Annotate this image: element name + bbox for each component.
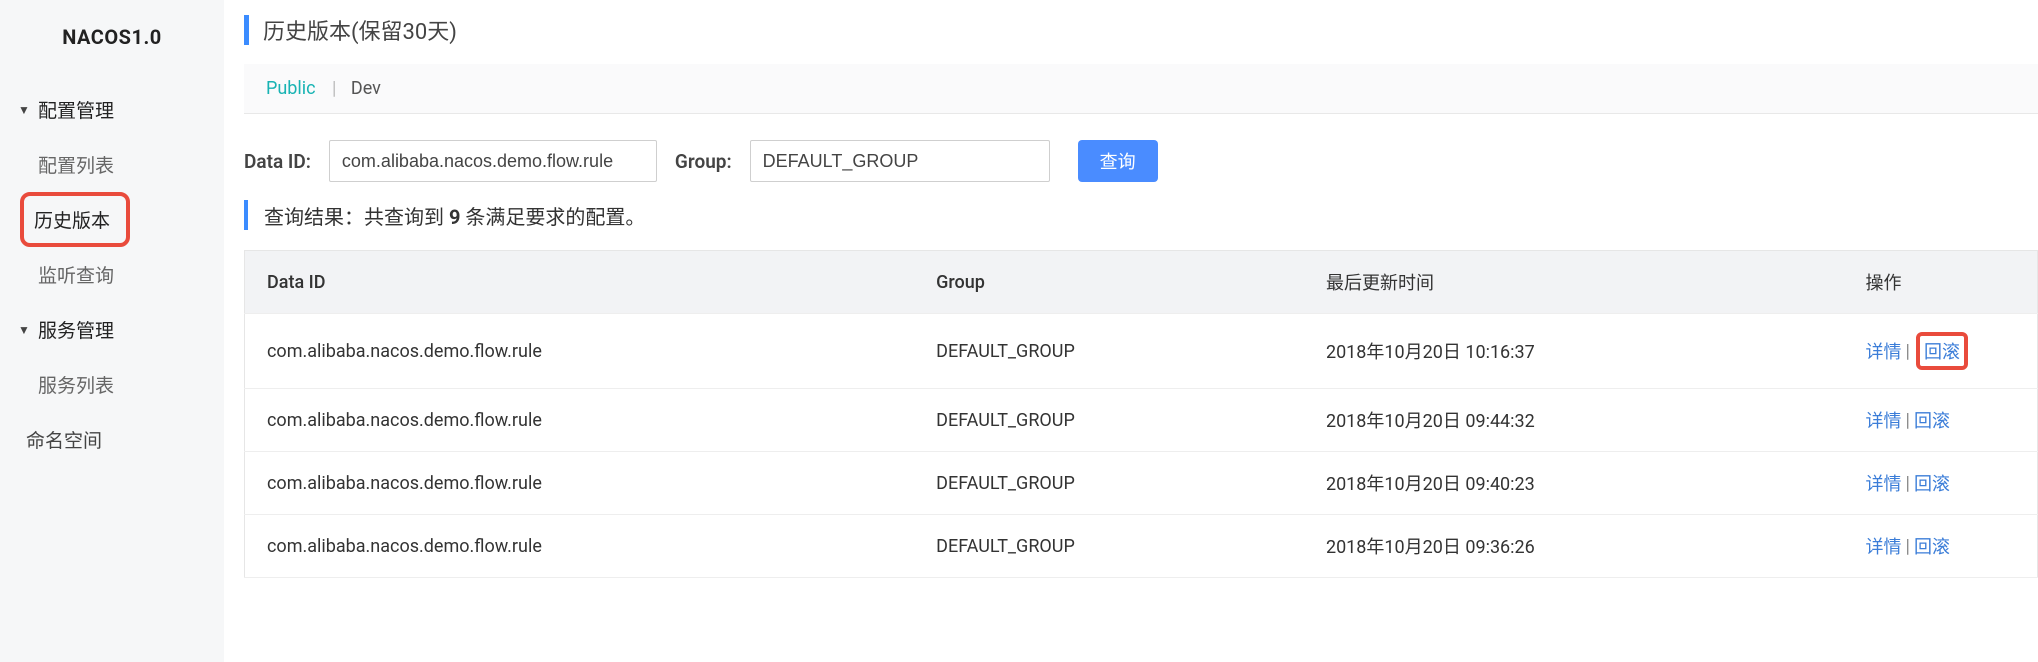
- ops-wrap: 详情|回滚: [1866, 470, 1950, 496]
- group-label: Group:: [675, 150, 732, 173]
- cell-dataid: com.alibaba.nacos.demo.flow.rule: [245, 515, 915, 578]
- ops-separator: |: [1906, 536, 1910, 557]
- th-time: 最后更新时间: [1304, 251, 1844, 314]
- cell-time: 2018年10月20日 10:16:37: [1304, 314, 1844, 389]
- rollback-link[interactable]: 回滚: [1924, 342, 1960, 363]
- dataid-input[interactable]: [329, 140, 657, 182]
- rollback-link[interactable]: 回滚: [1914, 470, 1950, 496]
- table-row: com.alibaba.nacos.demo.flow.ruleDEFAULT_…: [245, 452, 2038, 515]
- result-suffix: 条满足要求的配置。: [460, 205, 645, 229]
- dataid-label: Data ID:: [244, 150, 311, 173]
- nav-group-header-service[interactable]: ▼ 服务管理: [0, 302, 224, 357]
- tab-dev[interactable]: Dev: [351, 78, 381, 99]
- table-row: com.alibaba.nacos.demo.flow.ruleDEFAULT_…: [245, 314, 2038, 389]
- cell-dataid: com.alibaba.nacos.demo.flow.rule: [245, 314, 915, 389]
- sidebar-item-label: 历史版本: [34, 209, 110, 232]
- cell-time: 2018年10月20日 09:44:32: [1304, 389, 1844, 452]
- cell-group: DEFAULT_GROUP: [914, 314, 1304, 389]
- cell-group: DEFAULT_GROUP: [914, 452, 1304, 515]
- rollback-link[interactable]: 回滚: [1914, 407, 1950, 433]
- sidebar-item-service-list[interactable]: 服务列表: [0, 357, 224, 412]
- th-dataid: Data ID: [245, 251, 915, 314]
- group-input[interactable]: [750, 140, 1050, 182]
- ops-wrap: 详情|回滚: [1866, 407, 1950, 433]
- main-content: 历史版本(保留30天) Public | Dev Data ID: Group:…: [224, 0, 2038, 662]
- search-button[interactable]: 查询: [1078, 140, 1158, 182]
- sidebar-item-config-list[interactable]: 配置列表: [0, 137, 224, 192]
- tab-public[interactable]: Public: [266, 78, 316, 99]
- sidebar: NACOS1.0 ▼ 配置管理 配置列表 历史版本 监听查询 ▼: [0, 0, 224, 662]
- cell-group: DEFAULT_GROUP: [914, 389, 1304, 452]
- detail-link[interactable]: 详情: [1866, 407, 1902, 433]
- result-accent-bar: [244, 200, 248, 230]
- cell-dataid: com.alibaba.nacos.demo.flow.rule: [245, 389, 915, 452]
- table-row: com.alibaba.nacos.demo.flow.ruleDEFAULT_…: [245, 515, 2038, 578]
- title-accent-bar: [244, 15, 249, 45]
- cell-time: 2018年10月20日 09:36:26: [1304, 515, 1844, 578]
- ops-wrap: 详情|回滚: [1866, 533, 1950, 559]
- sidebar-item-listener-query[interactable]: 监听查询: [0, 247, 224, 302]
- result-summary: 查询结果：共查询到 9 条满足要求的配置。: [244, 200, 2038, 230]
- cell-group: DEFAULT_GROUP: [914, 515, 1304, 578]
- highlight-box: 回滚: [1916, 332, 1968, 370]
- result-count: 9: [449, 205, 460, 229]
- detail-link[interactable]: 详情: [1866, 338, 1902, 364]
- nav-group-service: ▼ 服务管理 服务列表: [0, 302, 224, 412]
- table-row: com.alibaba.nacos.demo.flow.ruleDEFAULT_…: [245, 389, 2038, 452]
- tab-separator: |: [332, 78, 336, 99]
- result-text: 查询结果：共查询到 9 条满足要求的配置。: [264, 201, 645, 230]
- page-title-row: 历史版本(保留30天): [244, 14, 2038, 46]
- cell-ops: 详情| 回滚: [1844, 314, 2038, 389]
- th-group: Group: [914, 251, 1304, 314]
- namespace-tabs: Public | Dev: [244, 64, 2038, 114]
- caret-down-icon: ▼: [18, 103, 32, 117]
- sidebar-item-history[interactable]: 历史版本: [0, 192, 224, 247]
- sidebar-item-namespace[interactable]: 命名空间: [0, 412, 224, 467]
- ops-separator: |: [1906, 341, 1910, 362]
- detail-link[interactable]: 详情: [1866, 470, 1902, 496]
- table-header-row: Data ID Group 最后更新时间 操作: [245, 251, 2038, 314]
- highlight-box: 历史版本: [20, 192, 130, 247]
- history-table: Data ID Group 最后更新时间 操作 com.alibaba.naco…: [244, 250, 2038, 578]
- filter-bar: Data ID: Group: 查询: [244, 140, 2038, 182]
- cell-ops: 详情|回滚: [1844, 515, 2038, 578]
- th-ops: 操作: [1844, 251, 2038, 314]
- cell-ops: 详情|回滚: [1844, 389, 2038, 452]
- rollback-link[interactable]: 回滚: [1914, 533, 1950, 559]
- ops-wrap: 详情| 回滚: [1866, 332, 1968, 370]
- ops-separator: |: [1906, 410, 1910, 431]
- nav-group-label: 服务管理: [38, 316, 114, 343]
- caret-down-icon: ▼: [18, 323, 32, 337]
- app-logo: NACOS1.0: [0, 0, 224, 74]
- result-prefix: 查询结果：共查询到: [264, 205, 449, 229]
- nav-group-label: 配置管理: [38, 96, 114, 123]
- page-title: 历史版本(保留30天): [263, 14, 457, 46]
- ops-separator: |: [1906, 473, 1910, 494]
- cell-dataid: com.alibaba.nacos.demo.flow.rule: [245, 452, 915, 515]
- nav-group-config: ▼ 配置管理 配置列表 历史版本 监听查询: [0, 82, 224, 302]
- sidebar-nav: ▼ 配置管理 配置列表 历史版本 监听查询 ▼ 服务管理 服务列表: [0, 74, 224, 475]
- cell-ops: 详情|回滚: [1844, 452, 2038, 515]
- nav-group-header-config[interactable]: ▼ 配置管理: [0, 82, 224, 137]
- detail-link[interactable]: 详情: [1866, 533, 1902, 559]
- cell-time: 2018年10月20日 09:40:23: [1304, 452, 1844, 515]
